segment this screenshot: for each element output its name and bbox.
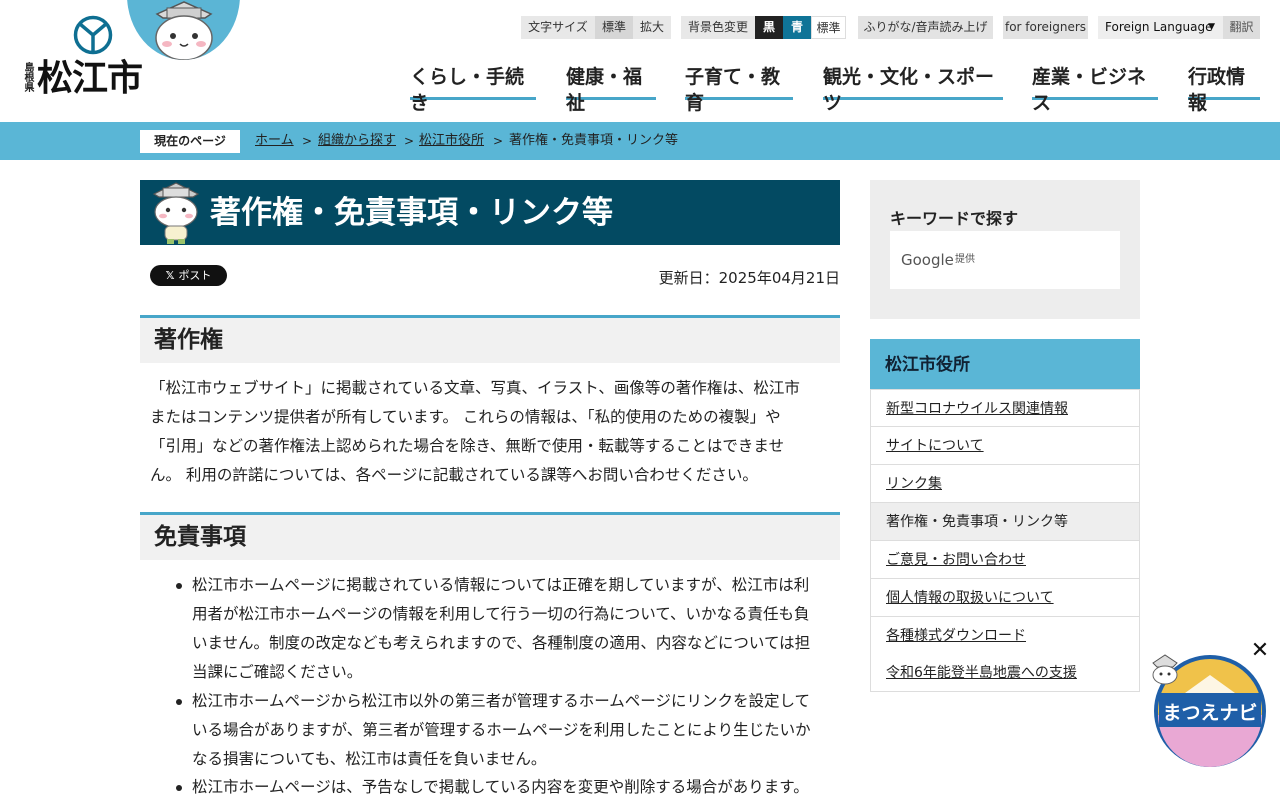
mascot-illustration	[127, 0, 240, 60]
bg-blue-button[interactable]: 青	[783, 16, 811, 39]
sidebar-item[interactable]: 各種様式ダウンロード	[870, 617, 1140, 655]
list-bullet	[176, 785, 182, 791]
sidebar-item[interactable]: リンク集	[870, 465, 1140, 503]
list-item-line: 松江市ホームページから松江市以外の第三者が管理するホームページにリンクを設定して	[192, 692, 810, 710]
list-item-line: 当課にご確認ください。	[192, 663, 363, 681]
sidebar-item-link[interactable]: ご意見・お問い合わせ	[886, 552, 1026, 568]
breadcrumb-current: 著作権・免責事項・リンク等	[509, 133, 679, 148]
sidebar-item[interactable]: 個人情報の取扱いについて	[870, 579, 1140, 617]
sidebar-item[interactable]: サイトについて	[870, 427, 1140, 465]
section-heading-copyright: 著作権	[140, 315, 840, 363]
page-title-bar: 著作権・免責事項・リンク等	[140, 180, 840, 245]
x-post-label: ポスト	[178, 269, 212, 282]
logo-prefecture-text: 島根県	[22, 62, 33, 92]
paragraph-line: ん。 利用の許諾については、各ページに記載されている課等へお問い合わせください。	[150, 466, 758, 484]
translate-button[interactable]: 翻訳	[1223, 16, 1260, 39]
gnav-item-kosodate[interactable]: 子育て・教育	[685, 64, 793, 114]
paragraph-line: またはコンテンツ提供者が所有しています。 これらの情報は、「私的使用のための複製…	[150, 408, 781, 426]
sidebar-item[interactable]: ご意見・お問い合わせ	[870, 541, 1140, 579]
breadcrumb-cityhall-link[interactable]: 松江市役所	[419, 132, 484, 150]
sidebar-item[interactable]: 新型コロナウイルス関連情報	[870, 389, 1140, 427]
navi-label: まつえナビ	[1162, 702, 1257, 724]
paragraph-line: 「引用」などの著作権法上認められた場合を除き、無断で使用・転載等することはできま…	[150, 437, 784, 455]
keyword-search-panel: キーワードで探す Google 提供	[870, 180, 1140, 319]
search-input[interactable]: Google 提供	[890, 231, 1120, 289]
breadcrumb: 現在のページ ホーム > 組織から探す > 松江市役所 > 著作権・免責事項・リ…	[0, 122, 1280, 160]
logo-city-name[interactable]: 松江市	[37, 58, 143, 100]
sidebar-item-link[interactable]: 新型コロナウイルス関連情報	[886, 401, 1068, 417]
background-label: 背景色変更	[681, 16, 755, 39]
list-item-line: 用者が松江市ホームページの情報を利用して行う一切の行為について、いかなる責任も負	[192, 605, 810, 623]
chevron-right-icon: >	[493, 134, 504, 148]
site-header: 島根県 松江市 文字サイズ 標準 拡大 背景色変更 黒 青 標準 ふりがな/音声…	[0, 0, 1280, 122]
chevron-down-icon: ▼	[1208, 22, 1215, 32]
list-bullet	[176, 583, 182, 589]
google-provided-label: 提供	[955, 254, 975, 265]
list-bullet	[176, 699, 182, 705]
paragraph-line: 「松江市ウェブサイト」に掲載されている文章、写真、イラスト、画像等の著作権は、松…	[150, 379, 800, 397]
breadcrumb-home-link[interactable]: ホーム	[255, 132, 294, 150]
sidebar-menu-heading: 松江市役所	[870, 339, 1140, 389]
breadcrumb-here-label: 現在のページ	[140, 130, 240, 153]
sidebar-item-link[interactable]: 個人情報の取扱いについて	[886, 590, 1054, 606]
city-emblem-icon[interactable]	[72, 14, 114, 56]
foreign-language-label: Foreign Language	[1105, 20, 1213, 34]
furigana-button[interactable]: ふりがな/音声読み上げ	[858, 16, 993, 39]
gnav-item-sangyo[interactable]: 産業・ビジネス	[1032, 64, 1158, 114]
sidebar-item-current: 著作権・免責事項・リンク等	[870, 503, 1140, 541]
sidebar-item-link[interactable]: サイトについて	[886, 438, 984, 454]
gnav-item-gyosei[interactable]: 行政情報	[1188, 64, 1260, 114]
gnav-item-kurashi[interactable]: くらし・手続き	[410, 64, 536, 114]
font-size-label: 文字サイズ	[521, 16, 595, 39]
list-item-line: いません。制度の改定なども考えられますので、各種制度の適用、内容などについては担	[192, 634, 811, 652]
google-logo: Google	[901, 251, 954, 269]
sidebar-item-label: 著作権・免責事項・リンク等	[886, 514, 1068, 530]
sidebar-item-link[interactable]: リンク集	[886, 476, 942, 492]
bg-standard-button[interactable]: 標準	[811, 16, 846, 39]
breadcrumb-organization-link[interactable]: 組織から探す	[318, 132, 396, 150]
for-foreigners-button[interactable]: for foreigners	[1003, 16, 1088, 39]
chevron-right-icon: >	[404, 134, 415, 148]
bg-black-button[interactable]: 黒	[755, 16, 783, 39]
font-large-button[interactable]: 拡大	[633, 16, 671, 39]
gnav-item-kenko[interactable]: 健康・福祉	[566, 64, 656, 114]
x-logo-icon: 𝕏	[165, 269, 175, 282]
mascot-icon	[152, 182, 200, 244]
chevron-right-icon: >	[302, 134, 313, 148]
sidebar-item-link[interactable]: 令和6年能登半島地震への支援	[886, 665, 1077, 681]
foreign-language-select[interactable]: Foreign Language ▼	[1098, 16, 1223, 39]
sidebar-item[interactable]: 令和6年能登半島地震への支援	[870, 654, 1140, 692]
list-item-line: 松江市ホームページに掲載されている情報については正確を期していますが、松江市は利	[192, 576, 810, 594]
matsue-navi-badge[interactable]: まつえナビ	[1145, 645, 1270, 770]
gnav-item-kanko[interactable]: 観光・文化・スポーツ	[823, 64, 1003, 114]
font-standard-button[interactable]: 標準	[595, 16, 633, 39]
list-item-line: 松江市ホームページは、予告なしで掲載している内容を変更や削除する場合があります。	[192, 778, 809, 796]
x-post-button[interactable]: 𝕏 ポスト	[150, 265, 227, 286]
updated-date: 更新日：2025年04月21日	[658, 269, 840, 287]
sidebar-item-link[interactable]: 各種様式ダウンロード	[886, 628, 1026, 644]
section-heading-disclaimer: 免責事項	[140, 512, 840, 560]
list-item-line: なる損害についても、松江市は責任を負いません。	[192, 750, 547, 768]
list-item-line: いる場合がありますが、第三者が管理するホームページを利用したことにより生じたいか	[192, 721, 811, 739]
search-heading: キーワードで探す	[890, 209, 1019, 228]
page-title: 著作権・免責事項・リンク等	[210, 195, 613, 231]
